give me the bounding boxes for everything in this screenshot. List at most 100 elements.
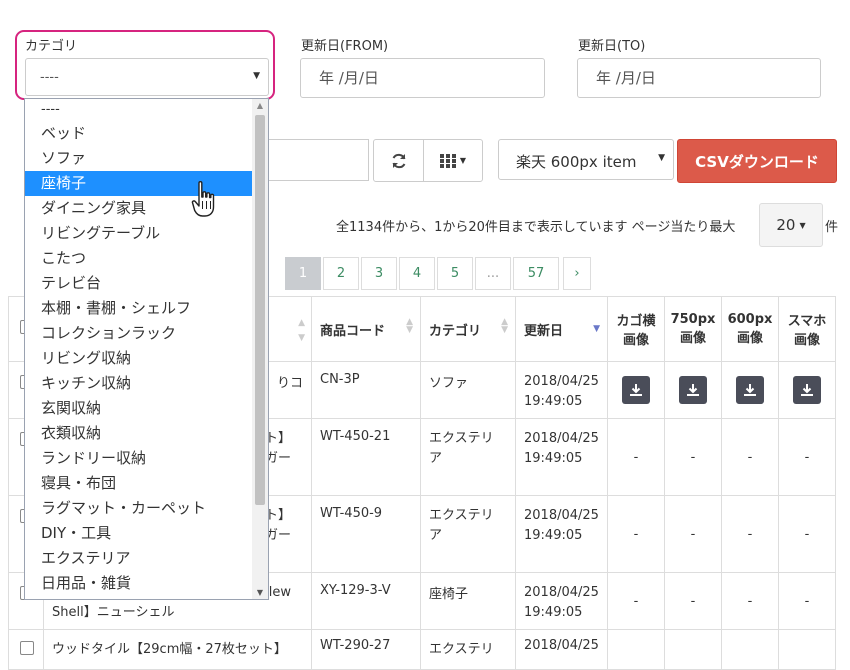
per-page-suffix: 件 — [825, 220, 839, 235]
product-category: ソファ — [429, 376, 469, 391]
dropdown-option[interactable]: 寝具・布団 — [25, 471, 252, 496]
row-checkbox[interactable] — [20, 641, 34, 655]
refresh-icon — [392, 153, 405, 168]
category-select-value: ---- — [40, 70, 59, 85]
product-code: XY-129-3-V — [320, 583, 391, 598]
cart-image-header-line2: 画像 — [622, 333, 649, 348]
empty-cell: - — [664, 418, 722, 496]
dropdown-option[interactable]: 日用品・雑貨 — [25, 571, 252, 596]
table-row[interactable]: ウッドタイル【29cm幅・27枚セット】 WT-290-27 エクステリ 201… — [8, 629, 836, 670]
product-category-line2: ア — [429, 451, 443, 466]
product-category: エクステリ — [429, 508, 494, 523]
sort-icon: ▲ ▼ — [501, 316, 508, 335]
px750-header-line2: 画像 — [679, 331, 706, 346]
date-from-input[interactable]: 年 /月/日 — [300, 58, 545, 98]
px750-header: 750px 画像 — [664, 296, 722, 362]
dropdown-option[interactable]: リビングテーブル — [25, 221, 252, 246]
download-icon — [744, 384, 756, 396]
category-dropdown-list[interactable]: ---- ベッド ソファ 座椅子 ダイニング家具 リビングテーブル こたつ テレ… — [24, 98, 269, 600]
empty-cell: - — [778, 495, 836, 573]
dropdown-option[interactable]: ランドリー収納 — [25, 446, 252, 471]
product-code: CN-3P — [320, 372, 360, 387]
cart-image-header: カゴ横 画像 — [607, 296, 665, 362]
dropdown-option[interactable]: 玄関収納 — [25, 396, 252, 421]
dropdown-option[interactable]: キッチン収納 — [25, 371, 252, 396]
updated-date: 2018/04/25 — [524, 374, 599, 389]
dropdown-option[interactable]: 本棚・書棚・シェルフ — [25, 296, 252, 321]
updated-header-label: 更新日 — [524, 323, 564, 339]
download-cart-image-button[interactable] — [622, 376, 650, 404]
dropdown-option[interactable]: ラグマット・カーペット — [25, 496, 252, 521]
page-5[interactable]: 5 — [437, 257, 473, 290]
updated-time: 19:49:05 — [524, 394, 583, 409]
date-to-input[interactable]: 年 /月/日 — [577, 58, 821, 98]
image-type-select-value: 楽天 600px item — [516, 153, 637, 171]
dropdown-option[interactable]: こたつ — [25, 246, 252, 271]
download-icon — [687, 384, 699, 396]
download-600px-button[interactable] — [736, 376, 764, 404]
product-name-line2[interactable]: Shell】ニューシェル — [52, 603, 291, 623]
empty-cell: - — [664, 495, 722, 573]
product-name[interactable]: ウッドタイル【29cm幅・27枚セット】 — [52, 642, 287, 657]
date-to-label: 更新日(TO) — [578, 39, 646, 54]
dropdown-options: ---- ベッド ソファ 座椅子 ダイニング家具 リビングテーブル こたつ テレ… — [25, 99, 252, 596]
empty-cell: - — [778, 418, 836, 496]
page-57[interactable]: 57 — [513, 257, 559, 290]
grid-icon — [439, 153, 456, 168]
empty-cell: - — [607, 495, 665, 573]
per-page-select[interactable]: 20 ▼ — [759, 203, 823, 247]
page-3[interactable]: 3 — [361, 257, 397, 290]
category-header[interactable]: カテゴリ ▲ ▼ — [420, 296, 516, 362]
download-icon — [801, 384, 813, 396]
column-toggle-button[interactable]: ▼ — [423, 139, 483, 182]
scroll-down-icon[interactable]: ▼ — [252, 588, 268, 597]
product-category-line2: ア — [429, 528, 443, 543]
empty-cell: - — [721, 572, 779, 630]
scrollbar-thumb[interactable] — [255, 115, 265, 505]
dropdown-option[interactable]: DIY・工具 — [25, 521, 252, 546]
empty-cell: - — [721, 418, 779, 496]
category-select[interactable]: ---- ▼ — [25, 58, 269, 96]
smartphone-header-line2: 画像 — [793, 333, 820, 348]
dropdown-scrollbar[interactable]: ▲ ▼ — [252, 99, 268, 599]
empty-cell: - — [607, 418, 665, 496]
page-4[interactable]: 4 — [399, 257, 435, 290]
product-category: 座椅子 — [429, 587, 469, 602]
download-smartphone-button[interactable] — [793, 376, 821, 404]
empty-cell: - — [778, 572, 836, 630]
dropdown-option[interactable]: コレクションラック — [25, 321, 252, 346]
page-1[interactable]: 1 — [285, 257, 321, 290]
dropdown-option[interactable]: ---- — [25, 99, 252, 121]
code-header-label: 商品コード — [320, 323, 386, 339]
sort-icon: ▲ ▼ — [406, 316, 413, 335]
dropdown-option[interactable]: ベッド — [25, 121, 252, 146]
dropdown-option[interactable]: テレビ台 — [25, 271, 252, 296]
refresh-button[interactable] — [373, 139, 424, 182]
product-category: エクステリ — [429, 431, 494, 446]
product-category: エクステリ — [429, 642, 494, 657]
download-icon — [630, 384, 642, 396]
product-name[interactable]: りコ — [277, 376, 303, 391]
category-header-label: カテゴリ — [429, 323, 482, 339]
sort-desc-icon: ▼ — [593, 323, 600, 334]
scroll-up-icon[interactable]: ▲ — [252, 101, 268, 110]
code-header[interactable]: 商品コード ▲ ▼ — [311, 296, 421, 362]
updated-time: 19:49:05 — [524, 605, 583, 620]
page-2[interactable]: 2 — [323, 257, 359, 290]
px600-header-line1: 600px — [727, 312, 773, 327]
csv-download-button[interactable]: CSVダウンロード — [677, 139, 837, 183]
page-next[interactable]: › — [563, 257, 591, 290]
dropdown-option[interactable]: ソファ — [25, 146, 252, 171]
image-type-select[interactable]: 楽天 600px item ▼ — [498, 139, 674, 180]
dropdown-option[interactable]: 衣類収納 — [25, 421, 252, 446]
updated-date: 2018/04/25 — [524, 585, 599, 600]
product-code: WT-450-9 — [320, 506, 383, 521]
dropdown-option[interactable]: リビング収納 — [25, 346, 252, 371]
per-page-value: 20 — [776, 216, 796, 234]
updated-date: 2018/04/25 — [524, 508, 599, 523]
download-750px-button[interactable] — [679, 376, 707, 404]
dropdown-option[interactable]: エクステリア — [25, 546, 252, 571]
date-from-label: 更新日(FROM) — [301, 39, 389, 54]
caret-down-icon: ▼ — [459, 156, 467, 165]
updated-header[interactable]: 更新日 ▼ — [515, 296, 608, 362]
